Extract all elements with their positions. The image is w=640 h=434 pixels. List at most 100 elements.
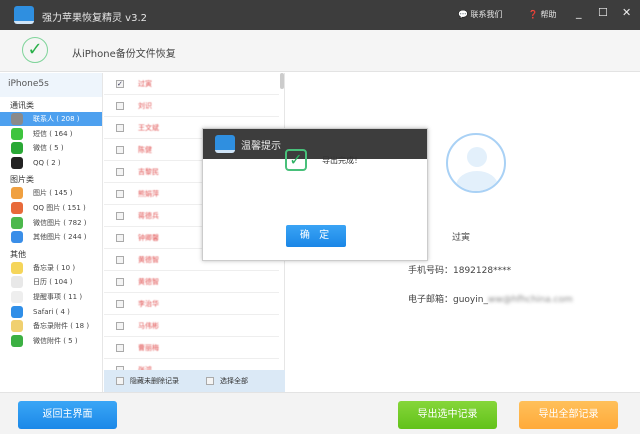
export-all-button[interactable]: 导出全部记录: [519, 401, 618, 429]
group-label: 其他: [10, 249, 26, 259]
row-checkbox[interactable]: ✓: [116, 80, 124, 88]
notes-attachment-icon: [11, 320, 23, 333]
ok-button[interactable]: 确 定: [286, 225, 346, 247]
email-blurred: ww@hfhchina.com: [487, 295, 573, 305]
sidebar-item[interactable]: 其他图片 ( 244 ): [0, 230, 102, 244]
select-all-label: 选择全部: [220, 377, 248, 385]
back-to-main-button[interactable]: 返回主界面: [18, 401, 117, 429]
row-name: 钟卿馨: [138, 234, 159, 242]
app-logo-icon: [14, 6, 34, 24]
success-check-icon: ✓: [285, 149, 307, 171]
sidebar-item-label: 提醒事项 ( 11 ): [33, 293, 83, 301]
row-name: 刘识: [138, 102, 152, 110]
sidebar-item-label: 微信 ( 5 ): [33, 144, 64, 153]
list-row[interactable]: 马伟彬: [104, 315, 279, 337]
row-name: 马伟彬: [138, 322, 159, 330]
list-row[interactable]: 李治华: [104, 293, 279, 315]
row-name: 陈健: [138, 146, 152, 154]
hide-undeleted-checkbox[interactable]: [116, 377, 124, 385]
maximize-button[interactable]: ☐: [598, 6, 608, 19]
sidebar-item[interactable]: 微信附件 ( 5 ): [0, 334, 102, 348]
wechat-icon: [11, 142, 23, 155]
backup-check-icon: ✓: [22, 37, 48, 63]
row-checkbox[interactable]: [116, 212, 124, 220]
sidebar-item[interactable]: QQ ( 2 ): [0, 156, 102, 170]
row-name: 黄德智: [138, 256, 159, 264]
dialog-logo-icon: [215, 135, 235, 153]
bottom-bar: 返回主界面 导出选中记录 导出全部记录: [0, 392, 640, 434]
sidebar-item[interactable]: 备忘录 ( 10 ): [0, 261, 102, 275]
row-checkbox[interactable]: [116, 124, 124, 132]
notes-icon: [11, 261, 23, 274]
row-checkbox[interactable]: [116, 300, 124, 308]
sidebar-item[interactable]: 图片 ( 145 ): [0, 186, 102, 200]
page-title: 从iPhone备份文件恢复: [72, 49, 176, 60]
reminders-icon: [11, 291, 23, 303]
sidebar-item[interactable]: 短信 ( 164 ): [0, 127, 102, 141]
header: ✓ 从iPhone备份文件恢复: [0, 30, 640, 72]
sidebar-item-label: Safari ( 4 ): [33, 307, 70, 316]
qq-icon: [11, 156, 23, 169]
export-selected-button[interactable]: 导出选中记录: [398, 401, 497, 429]
email-label: 电子邮箱：guoyin_: [408, 295, 488, 305]
wechat-attachment-icon: [11, 334, 23, 347]
row-checkbox[interactable]: [116, 278, 124, 286]
help-label: 帮助: [540, 10, 557, 19]
select-all-checkbox[interactable]: [206, 377, 214, 385]
list-row[interactable]: 黄德智: [104, 271, 279, 293]
row-checkbox[interactable]: [116, 146, 124, 154]
row-checkbox[interactable]: [116, 234, 124, 242]
dialog-title: 温馨提示: [241, 141, 281, 152]
list-row[interactable]: ✓ 过寅: [104, 73, 279, 95]
other-photos-icon: [11, 231, 23, 244]
list-row[interactable]: 刘识: [104, 95, 279, 117]
sidebar-item[interactable]: 备忘录附件 ( 18 ): [0, 319, 102, 333]
row-checkbox[interactable]: [116, 256, 124, 264]
row-name: 蒋德兵: [138, 212, 159, 220]
row-name: 李治华: [138, 300, 159, 308]
row-checkbox[interactable]: [116, 168, 124, 176]
group-label: 图片类: [10, 175, 34, 185]
help-button[interactable]: ❓ 帮助: [528, 9, 557, 20]
sidebar-item-label: 日历 ( 104 ): [33, 278, 73, 287]
sidebar-item-label: 图片 ( 145 ): [33, 189, 73, 198]
sidebar-item-label: 微信附件 ( 5 ): [33, 336, 78, 345]
sidebar-item-label: 微信图片 ( 782 ): [33, 218, 87, 227]
contact-us-button[interactable]: 💬 联系我们: [458, 9, 503, 20]
hide-undeleted-label: 隐藏未删除记录: [130, 377, 179, 385]
sidebar-item-label: QQ 图片 ( 151 ): [33, 204, 86, 212]
minimize-button[interactable]: _: [576, 6, 582, 19]
sidebar-item-label: 其他图片 ( 244 ): [33, 233, 87, 242]
group-label: 通讯类: [10, 101, 34, 110]
sidebar-item-label: 备忘录附件 ( 18 ): [33, 322, 90, 331]
sidebar-item[interactable]: 联系人 ( 208 ): [0, 112, 102, 126]
device-name: iPhone5s: [0, 73, 102, 97]
sidebar-item[interactable]: 提醒事项 ( 11 ): [0, 290, 102, 304]
scrollbar[interactable]: [280, 73, 284, 89]
row-name: 吉黎民: [138, 168, 159, 176]
row-name: 过寅: [138, 80, 152, 88]
sidebar-item[interactable]: 微信图片 ( 782 ): [0, 216, 102, 230]
avatar: [446, 133, 506, 193]
wechat-photos-icon: [11, 216, 23, 229]
sidebar-item[interactable]: QQ 图片 ( 151 ): [0, 201, 102, 215]
app-title: 强力苹果恢复精灵 v3.2: [42, 13, 147, 24]
contact-email: 电子邮箱：guoyin_ww@hfhchina.com: [408, 292, 573, 305]
sidebar-item[interactable]: 日历 ( 104 ): [0, 275, 102, 289]
sidebar-item-label: 备忘录 ( 10 ): [33, 263, 76, 272]
row-name: 王文斌: [138, 124, 159, 132]
row-checkbox[interactable]: [116, 102, 124, 110]
calendar-icon: [11, 276, 23, 289]
sidebar-item[interactable]: 微信 ( 5 ): [0, 141, 102, 155]
list-row[interactable]: 曹丽梅: [104, 337, 279, 359]
sidebar: iPhone5s 通讯类联系人 ( 208 ) 短信 ( 164 ) 微信 ( 5 …: [0, 73, 103, 392]
row-checkbox[interactable]: [116, 344, 124, 352]
close-button[interactable]: ✕: [622, 6, 631, 19]
row-checkbox[interactable]: [116, 322, 124, 330]
contact-phone: 手机号码：1892128****: [408, 266, 512, 276]
row-name: 熊娟萍: [138, 190, 159, 198]
row-checkbox[interactable]: [116, 190, 124, 198]
sidebar-item[interactable]: Safari ( 4 ): [0, 305, 102, 319]
sidebar-item-label: QQ ( 2 ): [33, 158, 61, 167]
safari-icon: [11, 305, 23, 318]
